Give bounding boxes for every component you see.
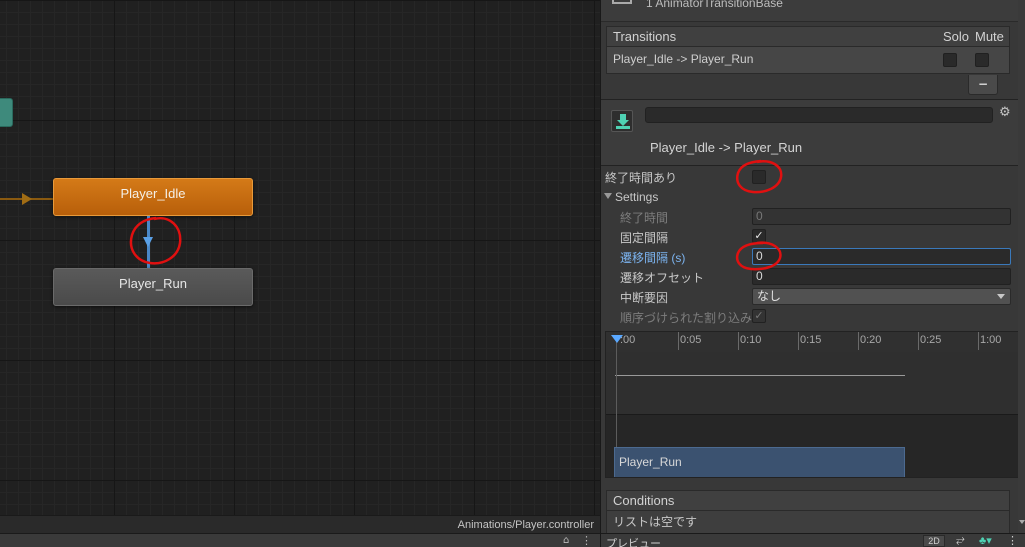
kebab-menu-icon[interactable]: ⋮ — [1007, 534, 1018, 547]
conditions-empty-text: リストは空です — [613, 515, 698, 529]
animator-graph[interactable]: Player_Idle Player_Run Animations/Player… — [0, 0, 600, 547]
entry-state-node[interactable] — [0, 98, 13, 127]
state-node-player-run[interactable]: Player_Run — [53, 268, 253, 306]
tick-label: 0:20 — [860, 334, 882, 346]
state-node-label: Player_Idle — [120, 186, 186, 201]
solo-column-label: Solo — [943, 29, 970, 44]
transitions-list: Transitions Solo Mute Player_Idle -> Pla… — [606, 26, 1010, 74]
tick-mark — [918, 332, 919, 350]
inspector-title: 1 AnimatorTransitionBase — [646, 0, 783, 10]
gear-icon[interactable]: ⚙ — [999, 105, 1011, 120]
annotation-circle — [129, 216, 182, 265]
tick-label: 0:25 — [920, 334, 942, 346]
settings-header: Settings — [615, 190, 659, 204]
preview-2d-button[interactable]: 2D — [923, 535, 945, 547]
transition-offset-row: 遷移オフセット 0 — [601, 266, 1025, 286]
entry-transition-arrow-icon — [22, 193, 32, 205]
state-node-player-idle[interactable]: Player_Idle — [53, 178, 253, 216]
tick-label: 0:05 — [680, 334, 702, 346]
exit-time-row: 終了時間 0 — [601, 206, 1025, 226]
foldout-caret-icon[interactable] — [604, 193, 612, 199]
graph-bottom-bar: ⌂ ⋮ — [0, 533, 600, 547]
has-exit-time-row: 終了時間あり — [601, 166, 1025, 186]
transitions-list-header: Transitions Solo Mute — [607, 27, 1009, 47]
transition-timeline[interactable]: :00 0:05 0:10 0:15 0:20 0:25 1:00 Player… — [605, 331, 1022, 478]
tick-mark — [858, 332, 859, 350]
ordered-interruption-checkbox[interactable]: ✓ — [752, 309, 766, 323]
transition-offset-field[interactable]: 0 — [752, 268, 1011, 285]
transition-duration-field[interactable]: 0 — [752, 248, 1011, 265]
tick-mark — [738, 332, 739, 350]
fixed-duration-label: 固定間隔 — [620, 231, 669, 245]
transition-duration-label: 遷移間隔 (s) — [620, 251, 686, 265]
lock-icon[interactable]: ⌂ — [563, 535, 573, 547]
timeline-ruler: :00 0:05 0:10 0:15 0:20 0:25 1:00 — [606, 332, 1021, 352]
tick-label: 1:00 — [980, 334, 1002, 346]
mute-checkbox[interactable] — [975, 53, 989, 67]
transitions-header-label: Transitions — [613, 29, 677, 44]
transition-download-icon — [611, 110, 633, 132]
transition-name-field[interactable] — [645, 107, 993, 123]
preview-label: プレビュー — [606, 538, 661, 547]
state-node-label: Player_Run — [119, 276, 187, 291]
pivot-icon[interactable]: ⥂ — [956, 534, 965, 547]
kebab-menu-icon[interactable]: ⋮ — [581, 534, 592, 547]
ordered-interruption-row: 順序づけられた割り込み ✓ — [601, 306, 1025, 326]
interruption-source-dropdown[interactable]: なし — [752, 288, 1011, 305]
conditions-header: Conditions — [607, 491, 1009, 511]
inspector-panel: 1 AnimatorTransitionBase Transitions Sol… — [600, 0, 1025, 547]
inspector-top: 1 AnimatorTransitionBase — [601, 0, 1025, 22]
transition-title: Player_Idle -> Player_Run — [650, 140, 803, 155]
clip-bar-player-run[interactable]: Player_Run — [614, 447, 905, 477]
exit-time-label: 終了時間 — [620, 211, 669, 225]
preview-bar: プレビュー 2D ⥂ ♣▾ ⋮ — [601, 533, 1025, 547]
tick-label: 0:10 — [740, 334, 762, 346]
settings-foldout[interactable]: Settings — [601, 187, 1025, 207]
tick-mark — [798, 332, 799, 350]
transition-row-label: Player_Idle -> Player_Run — [613, 52, 754, 66]
interruption-source-row: 中断要因 なし — [601, 286, 1025, 306]
dropdown-caret-icon — [997, 294, 1005, 299]
annotation-circle-exit-time — [736, 159, 783, 194]
transition-offset-label: 遷移オフセット — [620, 271, 705, 285]
solo-checkbox[interactable] — [943, 53, 957, 67]
scroll-down-arrow-icon[interactable] — [1019, 520, 1025, 524]
controller-path: Animations/Player.controller — [0, 515, 600, 533]
playhead-marker-icon[interactable] — [611, 335, 623, 343]
transition-duration-row: 遷移間隔 (s) 0 — [601, 246, 1025, 266]
interruption-source-label: 中断要因 — [620, 291, 669, 305]
tick-mark — [978, 332, 979, 350]
tick-mark — [678, 332, 679, 350]
has-exit-time-label: 終了時間あり — [605, 171, 678, 185]
inspector-scrollbar[interactable] — [1018, 0, 1025, 533]
tick-label: 0:15 — [800, 334, 822, 346]
interruption-source-value: なし — [757, 289, 782, 303]
mute-column-label: Mute — [975, 29, 1004, 44]
exit-time-field[interactable]: 0 — [752, 208, 1011, 225]
remove-transition-button[interactable]: − — [968, 75, 998, 95]
ordered-interruption-label: 順序づけられた割り込み — [620, 311, 753, 325]
component-icon — [612, 0, 632, 4]
timeline-curve-area — [606, 352, 1021, 414]
annotation-circle-duration — [735, 241, 782, 271]
transition-header: ⚙ Player_Idle -> Player_Run — [601, 100, 1025, 166]
fixed-duration-row: 固定間隔 ✓ — [601, 226, 1025, 246]
transition-row[interactable]: Player_Idle -> Player_Run — [607, 47, 1009, 73]
transition-curve — [615, 375, 905, 376]
avatar-icon[interactable]: ♣▾ — [979, 534, 992, 547]
